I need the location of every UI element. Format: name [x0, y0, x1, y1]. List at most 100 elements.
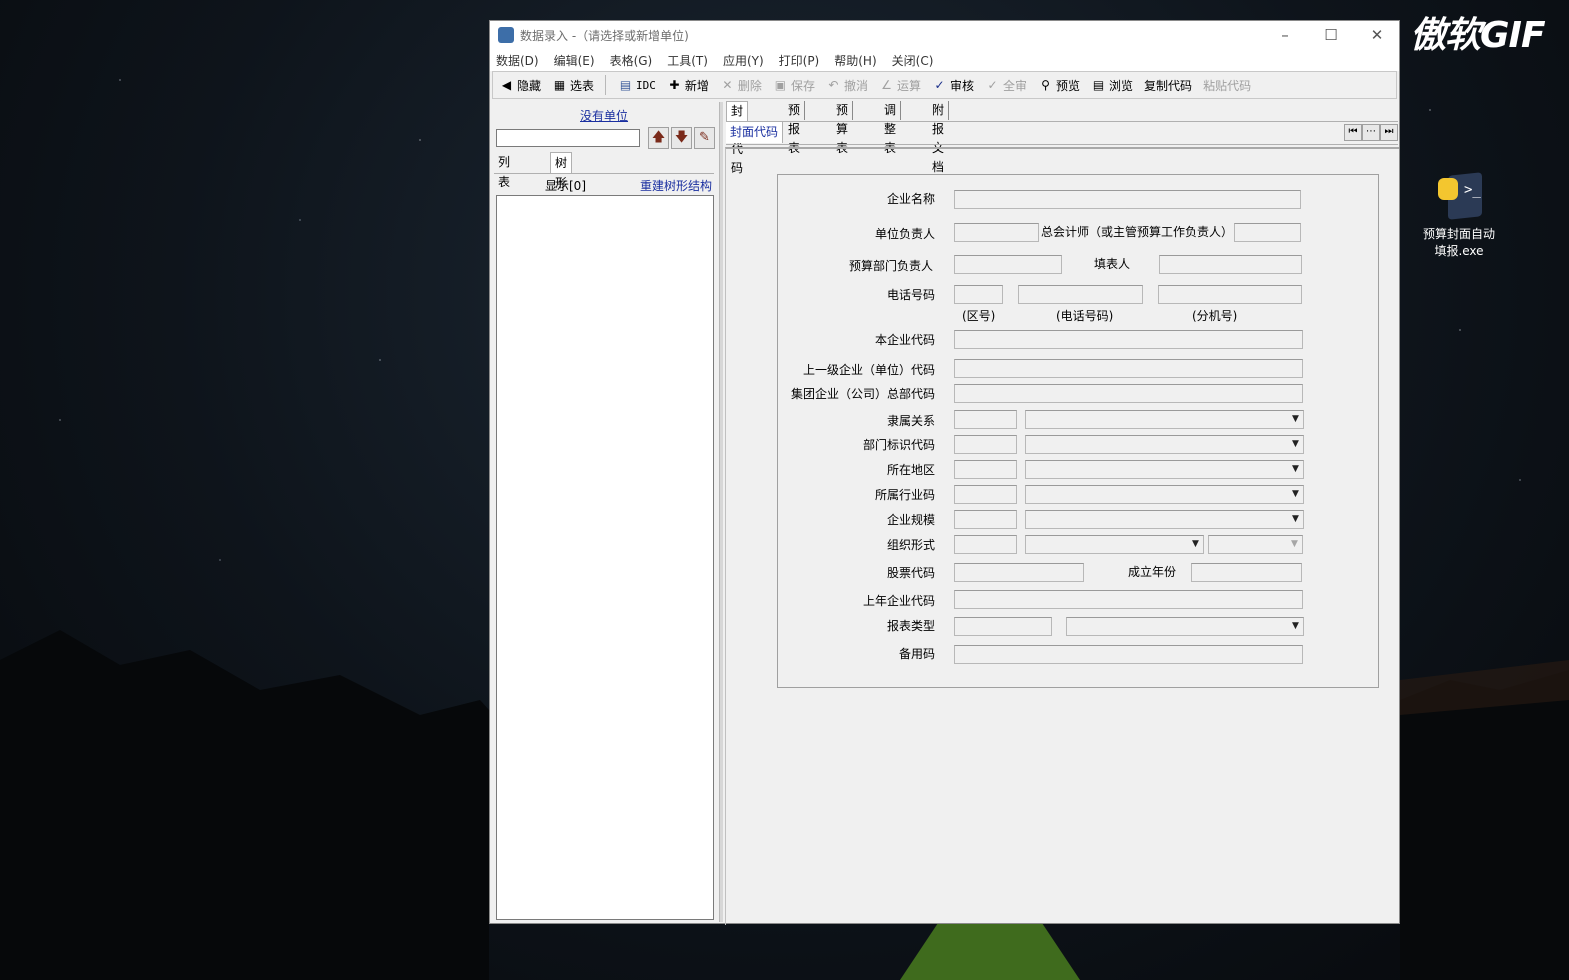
location-select[interactable]: ▼	[1025, 460, 1304, 479]
more-sheets-icon[interactable]: ⋯	[1362, 124, 1380, 141]
label-org-form: 组织形式	[887, 538, 936, 552]
hide-button[interactable]: ◀ 隐藏	[499, 77, 541, 94]
menu-tools[interactable]: 工具(T)	[667, 52, 708, 69]
delete-button[interactable]: ✕ 删除	[720, 77, 762, 94]
edit-pencil-icon[interactable]: ✎	[694, 127, 715, 149]
company-scale-code-field[interactable]	[954, 510, 1017, 529]
arrow-down-icon[interactable]: 🡇	[671, 127, 692, 149]
select-table-button[interactable]: ▦ 选表	[552, 77, 594, 94]
dropdown-arrow-icon: ▼	[1288, 537, 1301, 552]
preview-label: 预览	[1056, 78, 1081, 93]
menu-close[interactable]: 关闭(C)	[892, 52, 934, 69]
minimize-button[interactable]: –	[1262, 21, 1308, 49]
industry-select[interactable]: ▼	[1025, 485, 1304, 504]
menu-help[interactable]: 帮助(H)	[834, 52, 876, 69]
backup-code-field[interactable]	[954, 645, 1303, 664]
menu-apply[interactable]: 应用(Y)	[723, 52, 764, 69]
undo-icon: ↶	[828, 78, 839, 92]
full-audit-button[interactable]: ✓ 全审	[985, 77, 1027, 94]
close-button[interactable]: ✕	[1354, 21, 1400, 49]
parent-code-field[interactable]	[954, 359, 1303, 378]
label-company-scale: 企业规模	[887, 513, 936, 527]
menu-print[interactable]: 打印(P)	[779, 52, 820, 69]
copy-code-button[interactable]: 复制代码	[1144, 77, 1192, 94]
delete-label: 删除	[737, 78, 762, 93]
budget-dept-head-field[interactable]	[954, 255, 1062, 274]
unit-search-input[interactable]	[496, 129, 640, 147]
browse-button[interactable]: ▤ 浏览	[1091, 77, 1133, 94]
idc-label: IDC	[636, 78, 656, 92]
check-icon: ✓	[987, 78, 998, 92]
cancel-button[interactable]: ↶ 撤消	[826, 77, 868, 94]
stock-code-field[interactable]	[954, 563, 1084, 582]
dept-id-code-field[interactable]	[954, 435, 1017, 454]
browse-label: 浏览	[1109, 78, 1134, 93]
tab-budget[interactable]: 预算表	[832, 101, 854, 155]
save-button[interactable]: ▣ 保存	[773, 77, 815, 94]
org-form-sub-select[interactable]: ▼	[1208, 535, 1303, 554]
extension-field[interactable]	[1158, 285, 1302, 304]
report-type-select[interactable]: ▼	[1066, 617, 1304, 636]
org-form-select[interactable]: ▼	[1025, 535, 1204, 554]
label-group-hq-code: 集团企业（公司）总部代码	[791, 387, 936, 401]
calc-button[interactable]: ∠ 运算	[879, 77, 921, 94]
tab-forecast[interactable]: 预报表	[784, 101, 806, 155]
company-code-field[interactable]	[954, 330, 1303, 349]
menu-data[interactable]: 数据(D)	[496, 52, 539, 69]
full-audit-label: 全审	[1003, 78, 1028, 93]
sheet-tab-cover-code[interactable]: 封面代码	[726, 122, 784, 143]
tab-adjustment[interactable]: 调整表	[880, 101, 902, 155]
unit-head-field[interactable]	[954, 223, 1039, 242]
affiliation-select[interactable]: ▼	[1025, 410, 1304, 429]
label-extension: (分机号)	[1192, 309, 1238, 323]
left-panel: 没有单位 🡅 🡇 ✎ 列表查看 树形结构 显示[0] 重建树形结构	[492, 102, 718, 922]
label-industry-code: 所属行业码	[875, 488, 936, 502]
arrow-up-icon[interactable]: 🡅	[648, 127, 669, 149]
label-report-type: 报表类型	[887, 619, 936, 633]
menu-edit[interactable]: 编辑(E)	[554, 52, 595, 69]
menu-bar: 数据(D) 编辑(E) 表格(G) 工具(T) 应用(Y) 打印(P) 帮助(H…	[490, 49, 1399, 71]
audit-button[interactable]: ✓ 审核	[932, 77, 974, 94]
phone-number-field[interactable]	[1018, 285, 1143, 304]
maximize-button[interactable]: ☐	[1308, 21, 1354, 49]
unit-tree[interactable]	[496, 195, 714, 920]
label-budget-dept-head: 预算部门负责人	[849, 259, 934, 273]
add-button[interactable]: ✚ 新增	[667, 77, 709, 94]
location-code-field[interactable]	[954, 460, 1017, 479]
company-scale-select[interactable]: ▼	[1025, 510, 1304, 529]
check-icon: ✓	[934, 78, 945, 92]
group-hq-code-field[interactable]	[954, 384, 1303, 403]
paste-code-button[interactable]: 粘贴代码	[1203, 77, 1251, 94]
tab-tree-view[interactable]: 树形结构	[550, 152, 573, 230]
tab-attachments[interactable]: 附报文档	[928, 101, 950, 174]
affiliation-code-field[interactable]	[954, 410, 1017, 429]
preview-button[interactable]: ⚲ 预览	[1038, 77, 1080, 94]
last-sheet-icon[interactable]: ⏭	[1380, 124, 1398, 141]
label-backup-code: 备用码	[899, 647, 936, 661]
tab-list-view[interactable]: 列表查看	[494, 152, 514, 229]
tab-cover-code[interactable]: 封面代码	[726, 101, 749, 175]
no-unit-link[interactable]: 没有单位	[580, 107, 628, 124]
label-area-code: (区号)	[962, 309, 996, 323]
toolbar: ◀ 隐藏 ▦ 选表 ▤ IDC ✚ 新增 ✕ 删除 ▣ 保存 ↶ 撤消 ∠ 运算 ✓ 审核 ✓ 全审…	[492, 71, 1397, 99]
rebuild-tree-link[interactable]: 重建树形结构	[640, 177, 712, 194]
hide-label: 隐藏	[517, 78, 542, 93]
founded-year-field[interactable]	[1191, 563, 1302, 582]
dropdown-arrow-icon: ▼	[1289, 512, 1302, 527]
menu-table[interactable]: 表格(G)	[610, 52, 653, 69]
org-form-code-field[interactable]	[954, 535, 1017, 554]
area-code-field[interactable]	[954, 285, 1003, 304]
dept-id-select[interactable]: ▼	[1025, 435, 1304, 454]
chief-accountant-field[interactable]	[1234, 223, 1301, 242]
report-type-code-field[interactable]	[954, 617, 1052, 636]
industry-code-field[interactable]	[954, 485, 1017, 504]
company-name-field[interactable]	[954, 190, 1301, 209]
first-sheet-icon[interactable]: ⏮	[1344, 124, 1362, 141]
label-phone: 电话号码	[887, 288, 936, 302]
filler-field[interactable]	[1159, 255, 1302, 274]
desktop-shortcut[interactable]: >_ 预算封面自动填报.exe	[1418, 172, 1500, 260]
last-year-code-field[interactable]	[954, 590, 1303, 609]
panel-splitter[interactable]	[719, 102, 723, 922]
data-entry-window: 数据录入 -（请选择或新增单位) – ☐ ✕ 数据(D) 编辑(E) 表格(G)…	[489, 20, 1400, 925]
idc-button[interactable]: ▤ IDC	[618, 78, 656, 92]
